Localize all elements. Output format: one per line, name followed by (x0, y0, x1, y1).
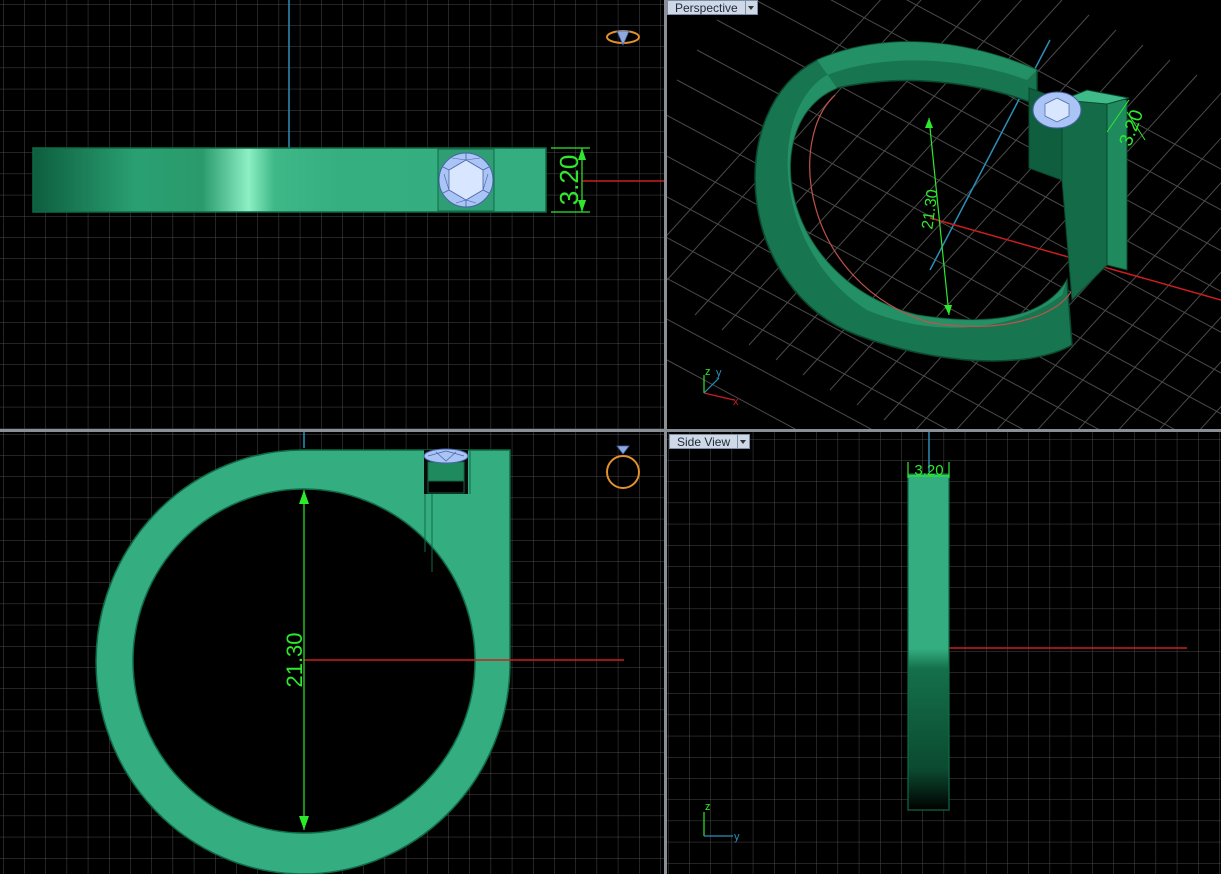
viewport-splitter-vertical[interactable] (664, 0, 667, 874)
axis-gizmo: z y x (703, 366, 739, 408)
gemstone[interactable] (438, 152, 494, 208)
top-view-canvas[interactable]: 3.20 (0, 0, 664, 429)
gemstone[interactable] (1032, 91, 1082, 129)
perspective-viewport[interactable]: 3.20 21.30 z y x Perspective (667, 0, 1221, 429)
side-viewport[interactable]: 3.20 z y Side View (667, 432, 1221, 874)
side-view-selector[interactable]: Side View (669, 434, 751, 449)
axis-label-x: x (733, 396, 739, 408)
viewport-splitter-horizontal[interactable] (0, 429, 1221, 432)
top-viewport[interactable]: 3.20 (0, 0, 664, 429)
axis-label-y: y (716, 367, 722, 379)
viewport-name-label: Side View (669, 434, 739, 449)
dimension-label-width: 3.20 (554, 155, 584, 206)
width-dimension[interactable]: 3.20 (907, 462, 950, 479)
viewport-name-label: Perspective (667, 0, 746, 15)
front-view-canvas[interactable]: 21.30 (0, 432, 664, 874)
axis-label-z: z (705, 366, 711, 378)
axis-label-z: z (705, 801, 711, 813)
front-viewport[interactable]: 21.30 (0, 432, 664, 874)
dimension-label-diameter: 21.30 (282, 632, 307, 687)
ring-band-side[interactable] (907, 473, 950, 811)
axis-label-y: y (734, 831, 740, 843)
perspective-canvas[interactable]: 3.20 21.30 z y x (667, 0, 1221, 429)
chevron-down-icon[interactable] (738, 434, 751, 449)
gemstone[interactable] (423, 448, 469, 464)
grid (0, 0, 664, 429)
dimension-label-width: 3.20 (914, 462, 943, 479)
side-view-canvas[interactable]: 3.20 z y (667, 432, 1221, 874)
dimension-label-diameter: 21.30 (919, 188, 941, 230)
perspective-view-selector[interactable]: Perspective (667, 0, 758, 15)
chevron-down-icon[interactable] (745, 0, 758, 15)
